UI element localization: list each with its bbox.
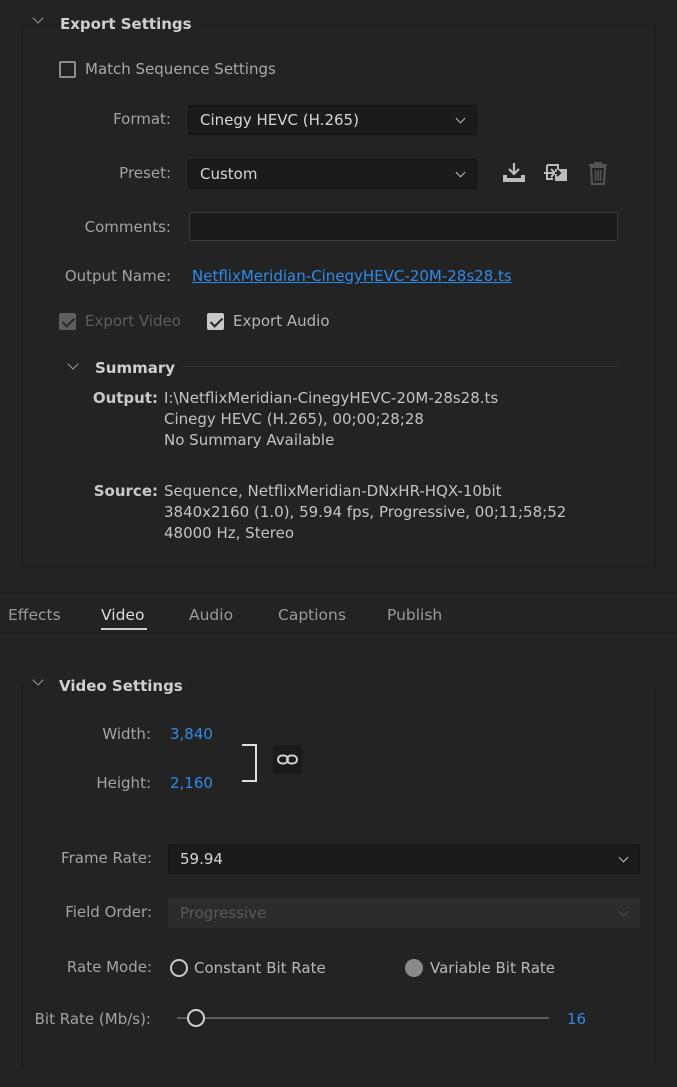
video-settings-chevron-icon[interactable] (32, 674, 44, 686)
frame-rate-value: 59.94 (180, 850, 223, 868)
import-preset-icon[interactable] (542, 161, 570, 185)
frame-rate-dropdown[interactable]: 59.94 (168, 844, 640, 874)
dimension-link-bracket (242, 744, 257, 782)
preset-label: Preset: (119, 164, 171, 182)
bit-rate-slider-track[interactable] (177, 1009, 549, 1027)
width-label: Width: (102, 725, 151, 743)
constant-bit-rate-label[interactable]: Constant Bit Rate (194, 959, 326, 977)
format-dropdown-value: Cinegy HEVC (H.265) (200, 111, 359, 129)
comments-label: Comments: (84, 218, 171, 236)
match-sequence-label[interactable]: Match Sequence Settings (85, 60, 276, 78)
width-value[interactable]: 3,840 (170, 725, 213, 743)
output-name-label: Output Name: (64, 267, 171, 285)
delete-preset-icon[interactable] (587, 161, 609, 186)
chevron-down-icon (618, 852, 629, 863)
export-video-label: Export Video (85, 312, 181, 330)
bit-rate-value[interactable]: 16 (567, 1010, 586, 1028)
link-icon[interactable] (273, 745, 302, 774)
tab-bar-top-border (0, 593, 677, 594)
bit-rate-label: Bit Rate (Mb/s): (34, 1010, 151, 1028)
summary-output-line: Cinegy HEVC (H.265), 00;00;28;28 (164, 410, 424, 428)
field-order-value: Progressive (180, 904, 267, 922)
tab-captions[interactable]: Captions (278, 606, 346, 624)
tab-video-underline (101, 628, 147, 630)
summary-title: Summary (95, 359, 176, 377)
summary-source-line: 48000 Hz, Stereo (164, 524, 295, 542)
export-settings-title: Export Settings (60, 15, 198, 33)
bit-rate-slider-thumb[interactable] (186, 1009, 205, 1027)
match-sequence-checkbox[interactable] (59, 61, 76, 78)
comments-input[interactable] (189, 212, 618, 241)
field-order-label: Field Order: (65, 903, 152, 921)
output-name-link[interactable]: NetflixMeridian-CinegyHEVC-20M-28s28.ts (192, 267, 512, 285)
chevron-down-icon (455, 167, 466, 178)
video-settings-title: Video Settings (59, 677, 189, 695)
tab-publish[interactable]: Publish (387, 606, 442, 624)
summary-output-line: I:\NetflixMeridian-CinegyHEVC-20M-28s28.… (164, 389, 499, 407)
summary-source-line: 3840x2160 (1.0), 59.94 fps, Progressive,… (164, 503, 567, 521)
chevron-down-icon (455, 113, 466, 124)
summary-source-line: Sequence, NetflixMeridian-DNxHR-HQX-10bi… (164, 482, 502, 500)
export-video-checkbox (59, 313, 76, 330)
save-preset-icon[interactable] (501, 161, 527, 185)
export-audio-label[interactable]: Export Audio (233, 312, 330, 330)
tab-bar-bottom-border (0, 633, 677, 634)
chevron-down-icon (618, 906, 629, 917)
summary-output-label: Output: (92, 389, 158, 407)
preset-dropdown[interactable]: Custom (188, 159, 477, 189)
height-label: Height: (96, 774, 151, 792)
field-order-dropdown: Progressive (168, 898, 640, 928)
format-label: Format: (113, 110, 171, 128)
export-audio-checkbox[interactable] (207, 313, 224, 330)
tab-video[interactable]: Video (101, 606, 144, 624)
tab-effects[interactable]: Effects (8, 606, 61, 624)
summary-source-label: Source: (93, 482, 158, 500)
variable-bit-rate-label[interactable]: Variable Bit Rate (430, 959, 555, 977)
format-dropdown[interactable]: Cinegy HEVC (H.265) (188, 105, 477, 135)
summary-divider (182, 366, 620, 367)
height-value[interactable]: 2,160 (170, 774, 213, 792)
rate-mode-label: Rate Mode: (66, 958, 152, 976)
export-settings-chevron-icon[interactable] (32, 12, 44, 24)
tab-audio[interactable]: Audio (189, 606, 233, 624)
variable-bit-rate-radio[interactable] (405, 959, 423, 977)
summary-output-line: No Summary Available (164, 431, 335, 449)
constant-bit-rate-radio[interactable] (170, 959, 188, 977)
preset-dropdown-value: Custom (200, 165, 258, 183)
frame-rate-label: Frame Rate: (61, 849, 152, 867)
